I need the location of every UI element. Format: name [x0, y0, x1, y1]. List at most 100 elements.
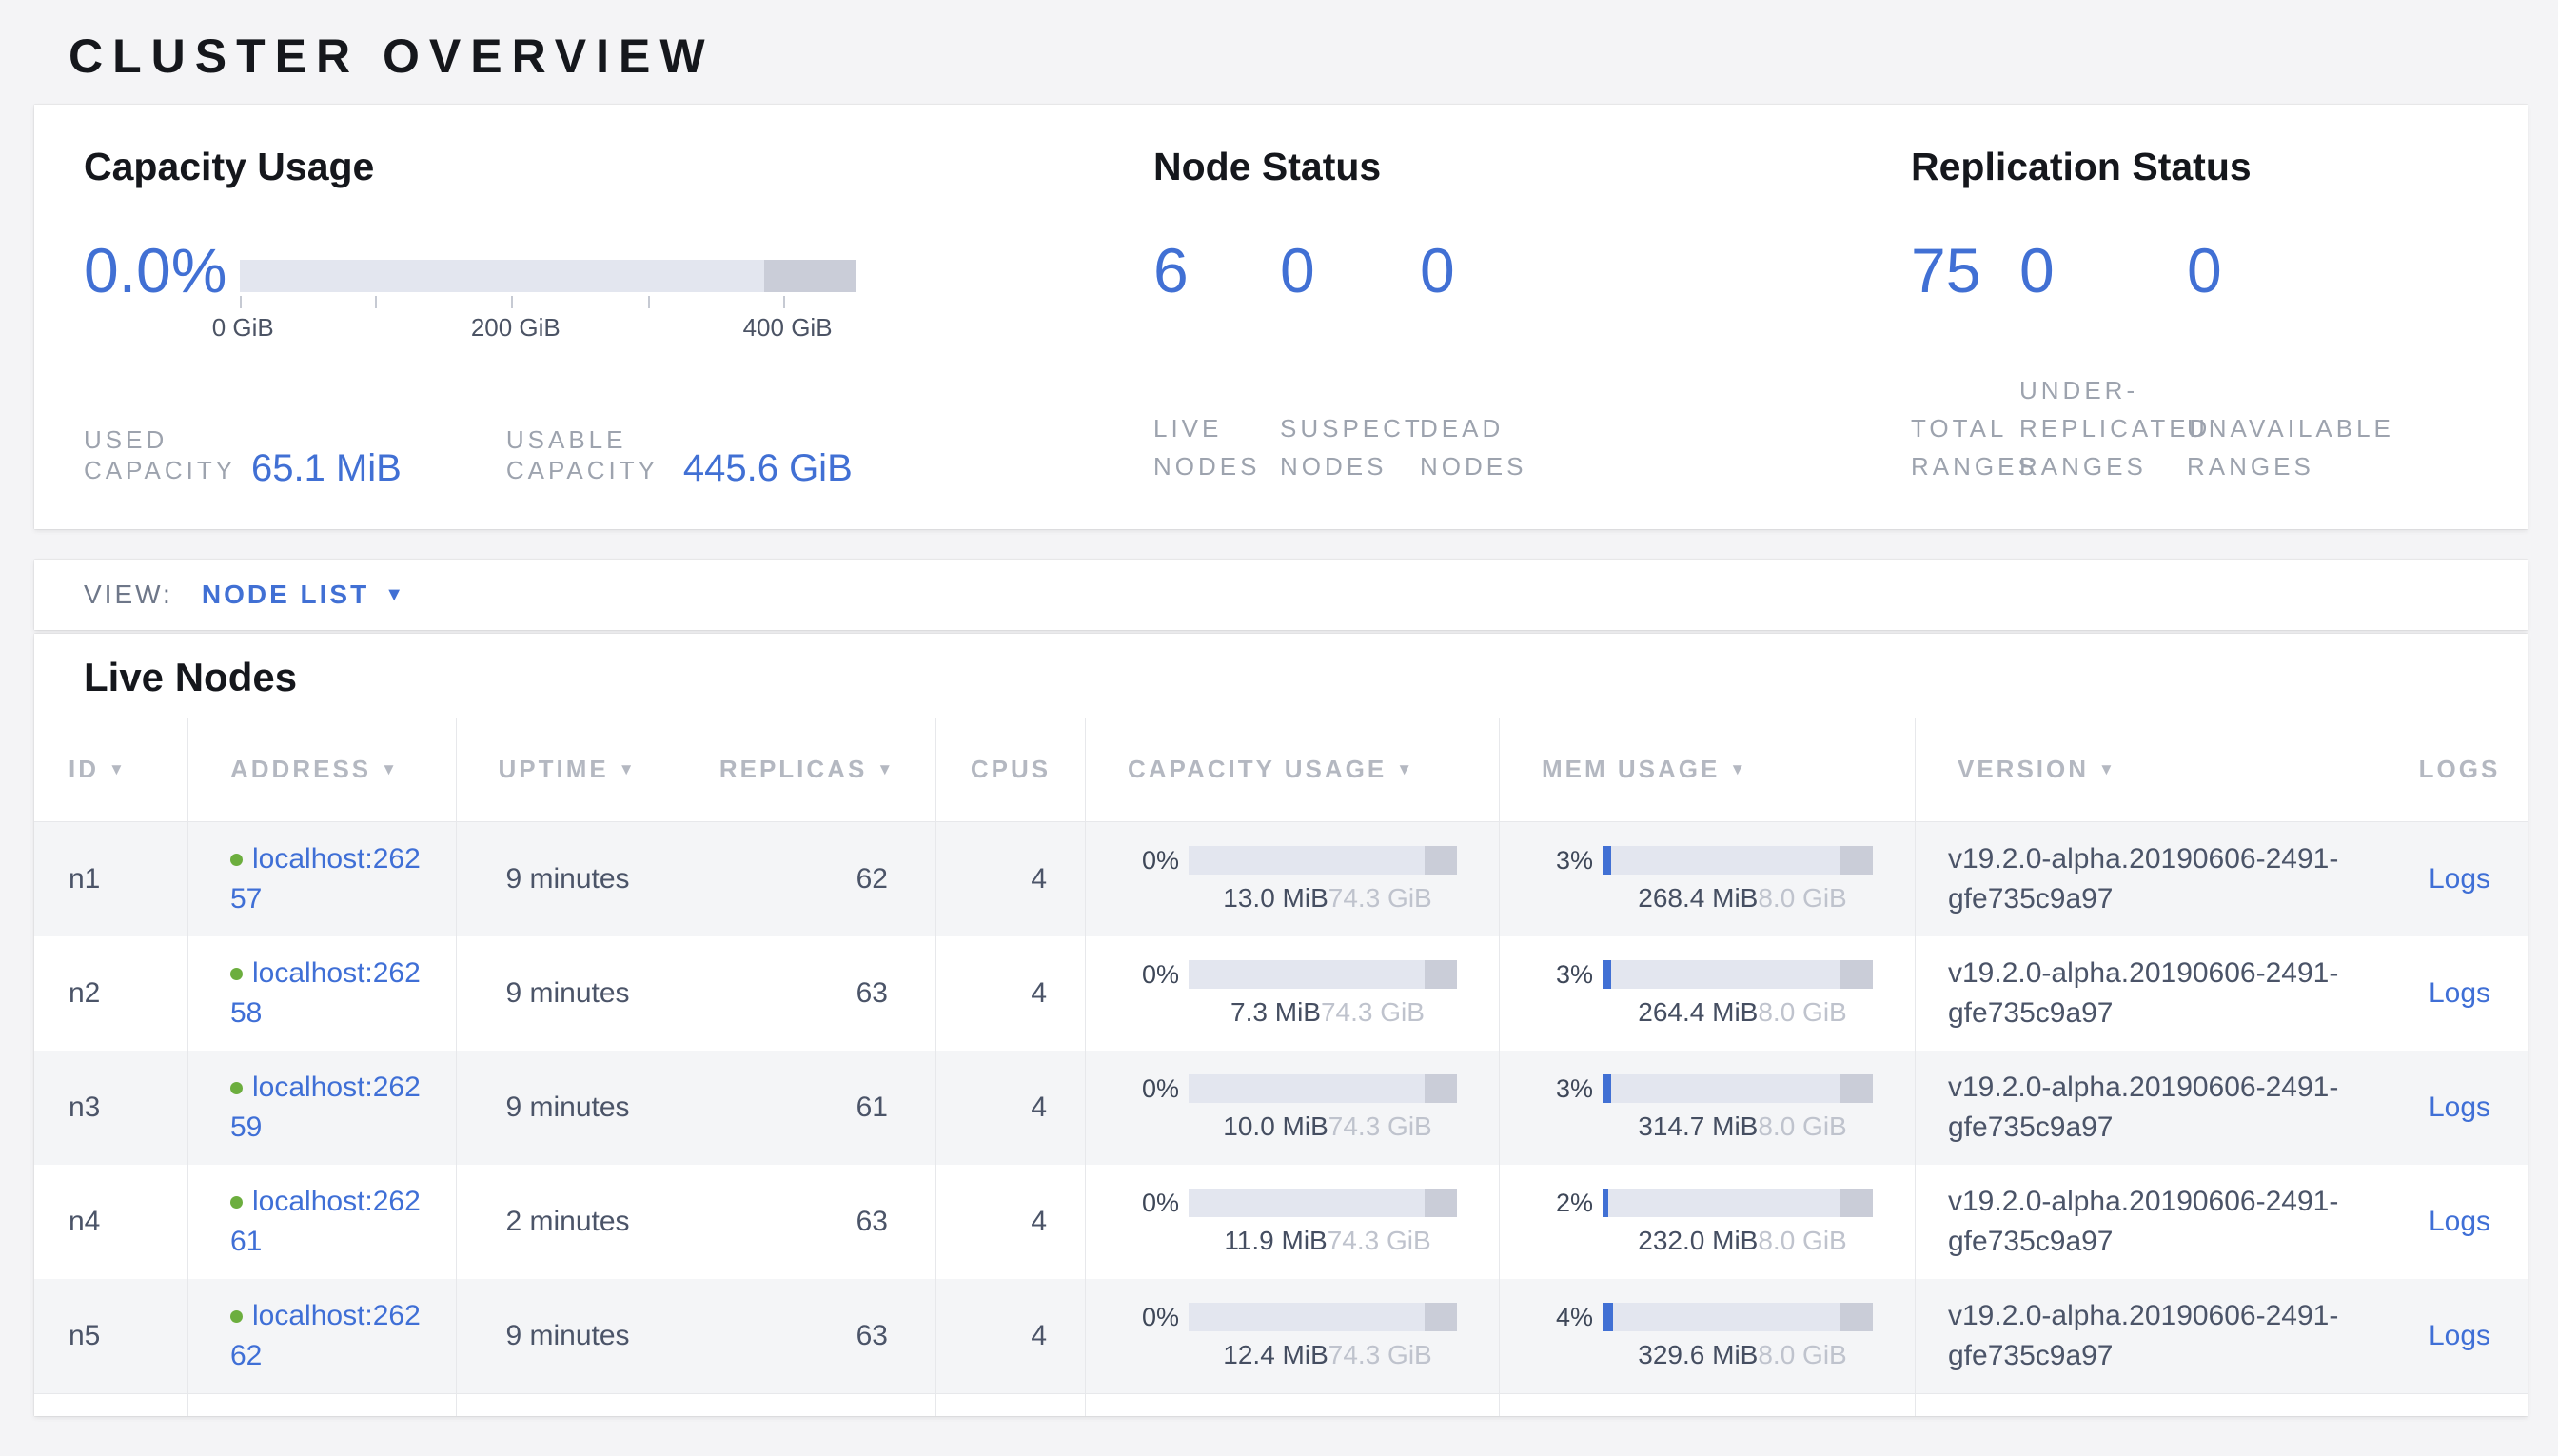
- node-id: n5: [34, 1279, 188, 1393]
- logs-link[interactable]: Logs: [2429, 1206, 2490, 1238]
- table-row: n5 localhost:26262 9 minutes 63 4 0% 12.…: [34, 1279, 2528, 1393]
- mem-fill: [1603, 1189, 1608, 1217]
- under-replicated-ranges-label: UNDER-REPLICATED RANGES: [2019, 371, 2187, 485]
- capacity-bar-track: [240, 260, 856, 292]
- table-row: n2 localhost:26258 9 minutes 63 4 0% 7.3…: [34, 936, 2528, 1051]
- node-cpus: 4: [936, 1279, 1086, 1393]
- sort-caret-icon: ▼: [1729, 760, 1748, 779]
- sort-caret-icon: ▼: [2098, 760, 2117, 779]
- node-capacity-usage: 0% 10.0 MiB74.3 GiB: [1086, 1051, 1500, 1165]
- node-capacity-usage: 0% 7.3 MiB74.3 GiB: [1086, 936, 1500, 1051]
- capacity-bar-reserved: [764, 260, 856, 292]
- replication-status-section: Replication Status 75 TOTAL RANGES 0 UND…: [1911, 145, 2478, 485]
- sort-caret-icon: ▼: [108, 760, 128, 779]
- suspect-nodes-label: SUSPECT NODES: [1280, 409, 1420, 485]
- node-live-status-icon: [230, 1082, 243, 1094]
- suspect-nodes-value: 0: [1280, 239, 1420, 302]
- live-nodes-card: Live Nodes ID▼ ADDRESS▼ UPTIME▼ REPLICAS…: [34, 634, 2528, 1416]
- sort-caret-icon: ▼: [619, 760, 638, 779]
- node-version: v19.2.0-alpha.20190606-2491-gfe735c9a97: [1916, 1051, 2391, 1165]
- node-address-link[interactable]: localhost:26257: [230, 843, 421, 915]
- node-cpus: 4: [936, 936, 1086, 1051]
- column-header-cpus[interactable]: CPUS: [936, 718, 1086, 821]
- node-uptime: 9 minutes: [457, 1051, 679, 1165]
- table-row: n1 localhost:26257 9 minutes 62 4 0% 13.…: [34, 822, 2528, 936]
- node-replicas: 61: [679, 1051, 936, 1165]
- axis-label: 400 GiB: [743, 313, 833, 343]
- mem-fill: [1603, 960, 1611, 989]
- total-ranges-stat: 75 TOTAL RANGES: [1911, 239, 2019, 485]
- column-header-capacity-usage[interactable]: CAPACITY USAGE▼: [1086, 718, 1500, 821]
- node-uptime: 9 minutes: [457, 1279, 679, 1393]
- node-address-link[interactable]: localhost:26262: [230, 1300, 421, 1371]
- live-nodes-label: LIVE NODES: [1153, 409, 1280, 485]
- capacity-usage-section: Capacity Usage 0.0% 0 GiB 200 GiB 400 Gi…: [84, 145, 1153, 485]
- suspect-nodes-stat: 0 SUSPECT NODES: [1280, 239, 1420, 485]
- logs-link[interactable]: Logs: [2429, 863, 2490, 895]
- node-id: n4: [34, 1165, 188, 1279]
- column-header-uptime[interactable]: UPTIME▼: [457, 718, 679, 821]
- cluster-overview-page: CLUSTER OVERVIEW Capacity Usage 0.0% 0 G…: [0, 29, 2558, 1456]
- under-replicated-ranges-stat: 0 UNDER-REPLICATED RANGES: [2019, 239, 2187, 485]
- node-address-link[interactable]: localhost:26259: [230, 1072, 421, 1143]
- capacity-reserved: [1425, 960, 1457, 989]
- view-dropdown-value: NODE LIST: [202, 580, 369, 610]
- mem-reserved: [1840, 1189, 1873, 1217]
- table-header-row: ID▼ ADDRESS▼ UPTIME▼ REPLICAS▼ CPUS CAPA…: [34, 718, 2528, 822]
- column-header-logs: LOGS: [2391, 718, 2528, 821]
- usable-capacity-label: USABLE CAPACITY: [506, 424, 659, 485]
- node-version: v19.2.0-alpha.20190606-2491-gfe735c9a97: [1916, 1279, 2391, 1393]
- dead-nodes-stat: 0 DEAD NODES: [1420, 239, 1572, 485]
- sort-caret-icon: ▼: [381, 760, 400, 779]
- node-address-link[interactable]: localhost:26261: [230, 1186, 421, 1257]
- node-id: n3: [34, 1051, 188, 1165]
- node-version: v19.2.0-alpha.20190606-2491-gfe735c9a97: [1916, 1165, 2391, 1279]
- view-bar: VIEW: NODE LIST ▼: [34, 560, 2528, 630]
- replication-status-heading: Replication Status: [1911, 145, 2478, 189]
- node-replicas: 62: [679, 822, 936, 936]
- logs-link[interactable]: Logs: [2429, 1320, 2490, 1352]
- under-replicated-ranges-value: 0: [2019, 239, 2187, 302]
- node-replicas: 63: [679, 936, 936, 1051]
- node-address-link[interactable]: localhost:26258: [230, 957, 421, 1029]
- node-cpus: 4: [936, 1165, 1086, 1279]
- logs-link[interactable]: Logs: [2429, 1092, 2490, 1124]
- chevron-down-icon: ▼: [384, 584, 403, 606]
- capacity-reserved: [1425, 1189, 1457, 1217]
- total-ranges-value: 75: [1911, 239, 2019, 302]
- unavailable-ranges-value: 0: [2187, 239, 2406, 302]
- unavailable-ranges-stat: 0 UNAVAILABLE RANGES: [2187, 239, 2406, 485]
- unavailable-ranges-label: UNAVAILABLE RANGES: [2187, 409, 2406, 485]
- node-live-status-icon: [230, 854, 243, 866]
- node-version: v19.2.0-alpha.20190606-2491-gfe735c9a97: [1916, 936, 2391, 1051]
- column-header-replicas[interactable]: REPLICAS▼: [679, 718, 936, 821]
- node-uptime: 9 minutes: [457, 936, 679, 1051]
- node-capacity-usage: 0% 11.9 MiB74.3 GiB: [1086, 1165, 1500, 1279]
- node-replicas: 63: [679, 1279, 936, 1393]
- logs-link[interactable]: Logs: [2429, 977, 2490, 1010]
- table-row-clipped: [34, 1393, 2528, 1416]
- capacity-axis-labels: 0 GiB 200 GiB 400 GiB: [240, 313, 856, 342]
- capacity-bar: 0 GiB 200 GiB 400 GiB: [240, 260, 856, 342]
- node-mem-usage: 3% 264.4 MiB8.0 GiB: [1500, 936, 1916, 1051]
- mem-reserved: [1840, 960, 1873, 989]
- column-header-address[interactable]: ADDRESS▼: [188, 718, 457, 821]
- used-capacity-value: 65.1 MiB: [251, 451, 402, 485]
- node-uptime: 9 minutes: [457, 822, 679, 936]
- capacity-reserved: [1425, 846, 1457, 875]
- mem-fill: [1603, 1303, 1613, 1331]
- node-capacity-usage: 0% 12.4 MiB74.3 GiB: [1086, 1279, 1500, 1393]
- column-header-mem-usage[interactable]: MEM USAGE▼: [1500, 718, 1916, 821]
- mem-reserved: [1840, 846, 1873, 875]
- column-header-id[interactable]: ID▼: [34, 718, 188, 821]
- capacity-reserved: [1425, 1303, 1457, 1331]
- view-dropdown[interactable]: NODE LIST ▼: [202, 580, 403, 610]
- node-live-status-icon: [230, 968, 243, 980]
- mem-reserved: [1840, 1303, 1873, 1331]
- page-title: CLUSTER OVERVIEW: [69, 29, 2558, 84]
- column-header-version[interactable]: VERSION▼: [1916, 718, 2391, 821]
- node-mem-usage: 2% 232.0 MiB8.0 GiB: [1500, 1165, 1916, 1279]
- used-capacity-label: USED CAPACITY: [84, 424, 226, 485]
- node-status-section: Node Status 6 LIVE NODES 0 SUSPECT NODES…: [1153, 145, 1911, 485]
- node-mem-usage: 3% 314.7 MiB8.0 GiB: [1500, 1051, 1916, 1165]
